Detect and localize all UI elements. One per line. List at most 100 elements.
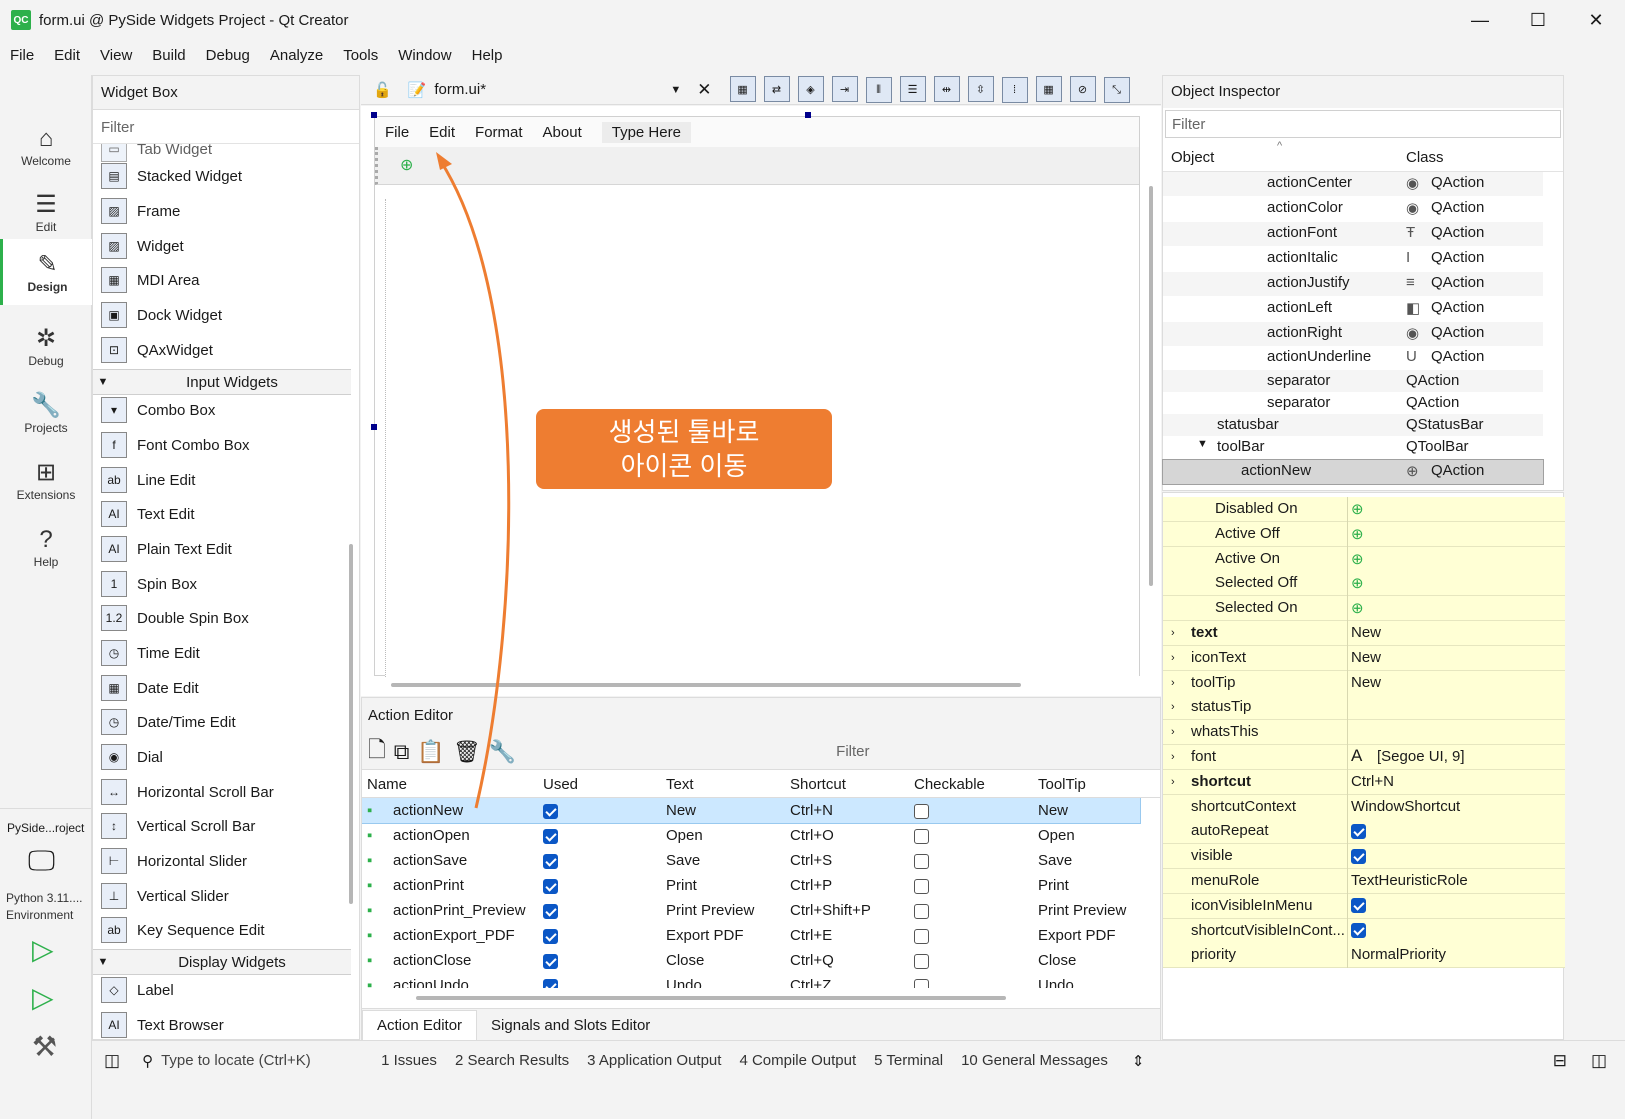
used-checkbox[interactable]: [543, 802, 558, 819]
menu-build[interactable]: Build: [142, 40, 195, 72]
maximize-button[interactable]: ☐: [1509, 0, 1567, 40]
open-file-selector[interactable]: form.ui*: [434, 81, 670, 98]
object-inspector-filter[interactable]: Filter: [1165, 110, 1561, 138]
edit-signals-icon[interactable]: ⇄: [763, 76, 790, 102]
widget-item-mdi-area[interactable]: ▦ MDI Area: [101, 263, 200, 297]
widget-item-text-edit[interactable]: AI Text Edit: [101, 497, 195, 531]
property-row[interactable]: › iconText New: [1163, 645, 1565, 671]
chevron-down-icon[interactable]: ▼: [670, 84, 681, 96]
minimize-button[interactable]: —: [1451, 0, 1509, 40]
property-value[interactable]: WindowShortcut: [1351, 798, 1460, 815]
menu-analyze[interactable]: Analyze: [260, 40, 333, 72]
checkable-checkbox[interactable]: [914, 902, 929, 919]
checkable-checkbox[interactable]: [914, 827, 929, 844]
mode-help[interactable]: ? Help: [0, 514, 92, 580]
column-shortcut[interactable]: Shortcut: [790, 776, 846, 793]
toggle-sidebar-icon[interactable]: ◫: [104, 1051, 120, 1071]
icon-preview-icon[interactable]: ⊕: [1351, 574, 1364, 592]
action-row[interactable]: ▪ actionOpen Open Ctrl+O Open: [362, 823, 1140, 848]
menu-tools[interactable]: Tools: [333, 40, 388, 72]
form-menu-file[interactable]: File: [385, 124, 409, 141]
menu-window[interactable]: Window: [388, 40, 461, 72]
object-tree-row[interactable]: actionLeft ◧ QAction: [1163, 297, 1543, 321]
form-vertical-scrollbar[interactable]: [1149, 186, 1153, 586]
widget-item-double-spin-box[interactable]: 1.2 Double Spin Box: [101, 601, 249, 635]
mode-design[interactable]: ✎ Design: [0, 239, 92, 305]
widget-item-horizontal-slider[interactable]: ⊢ Horizontal Slider: [101, 844, 247, 878]
property-value[interactable]: TextHeuristicRole: [1351, 872, 1468, 889]
adjust-size-icon[interactable]: ⤡: [1103, 77, 1130, 103]
menu-file[interactable]: File: [0, 40, 44, 72]
property-checkbox[interactable]: [1351, 847, 1366, 864]
menu-debug[interactable]: Debug: [196, 40, 260, 72]
used-checkbox[interactable]: [543, 977, 558, 988]
checkable-checkbox[interactable]: [914, 877, 929, 894]
property-value[interactable]: New: [1351, 649, 1381, 666]
icon-preview-icon[interactable]: ⊕: [1351, 550, 1364, 568]
column-checkable[interactable]: Checkable: [914, 776, 985, 793]
widget-item-line-edit[interactable]: ab Line Edit: [101, 463, 195, 497]
column-text[interactable]: Text: [666, 776, 694, 793]
menu-help[interactable]: Help: [462, 40, 513, 72]
configure-action-icon[interactable]: 🔧: [489, 739, 516, 765]
widget-item-spin-box[interactable]: 1 Spin Box: [101, 567, 197, 601]
icon-preview-icon[interactable]: ⊕: [1351, 525, 1364, 543]
widget-item-stacked[interactable]: ▤ Stacked Widget: [101, 159, 242, 193]
object-tree-row[interactable]: actionRight ◉ QAction: [1163, 322, 1543, 346]
tab-general-messages[interactable]: 10 General Messages: [961, 1052, 1108, 1069]
object-tree-row[interactable]: separator QAction: [1163, 392, 1543, 416]
chevron-down-icon[interactable]: ▼: [1197, 438, 1208, 450]
icon-preview-icon[interactable]: ⊕: [1351, 500, 1364, 518]
tab-search-results[interactable]: 2 Search Results: [455, 1052, 569, 1069]
action-row[interactable]: ▪ actionUndo Undo Ctrl+Z Undo: [362, 973, 1140, 988]
paste-action-icon[interactable]: 📋: [417, 739, 444, 765]
chevron-right-icon[interactable]: ›: [1171, 652, 1175, 664]
chevron-right-icon[interactable]: ›: [1171, 726, 1175, 738]
object-tree-row[interactable]: actionColor ◉ QAction: [1163, 197, 1543, 221]
tab-terminal[interactable]: 5 Terminal: [874, 1052, 943, 1069]
monitor-icon[interactable]: 🖵: [28, 845, 55, 878]
object-tree-row[interactable]: separator QAction: [1163, 370, 1543, 394]
mode-edit[interactable]: ☰ Edit: [0, 179, 92, 245]
menu-view[interactable]: View: [90, 40, 142, 72]
run-icon[interactable]: ▷: [32, 933, 54, 966]
delete-action-icon[interactable]: 🗑: [453, 739, 481, 765]
action-table-hscrollbar[interactable]: [416, 996, 1006, 1000]
action-filter-input[interactable]: Filter: [836, 743, 1136, 760]
chevron-right-icon[interactable]: ›: [1171, 751, 1175, 763]
used-checkbox[interactable]: [543, 827, 558, 844]
locate-input[interactable]: Type to locate (Ctrl+K): [161, 1052, 381, 1069]
object-tree-row[interactable]: actionJustify ≡ QAction: [1163, 272, 1543, 296]
property-row[interactable]: autoRepeat: [1163, 819, 1565, 845]
property-row[interactable]: Active Off ⊕: [1163, 521, 1565, 547]
form-menu-type-here[interactable]: Type Here: [601, 121, 691, 143]
property-checkbox[interactable]: [1351, 822, 1366, 839]
layout-vertical-icon[interactable]: ☰: [899, 76, 926, 102]
tab-compile-output[interactable]: 4 Compile Output: [739, 1052, 856, 1069]
widget-item-plain-text-edit[interactable]: AI Plain Text Edit: [101, 532, 232, 566]
mode-welcome[interactable]: ⌂ Welcome: [0, 113, 92, 179]
close-document-icon[interactable]: ✕: [697, 80, 711, 100]
property-row[interactable]: › text New: [1163, 621, 1565, 646]
used-checkbox[interactable]: [543, 852, 558, 869]
chevron-right-icon[interactable]: ›: [1171, 776, 1175, 788]
category-input-widgets[interactable]: ▼ Input Widgets: [93, 369, 351, 395]
form-menu-format[interactable]: Format: [475, 124, 523, 141]
widget-item-vertical-slider[interactable]: ⊥ Vertical Slider: [101, 879, 229, 913]
property-row[interactable]: Selected On ⊕: [1163, 596, 1565, 622]
property-value[interactable]: NormalPriority: [1351, 946, 1446, 963]
property-row[interactable]: › toolTip New: [1163, 670, 1565, 696]
widget-item-dial[interactable]: ◉ Dial: [101, 740, 163, 774]
category-display-widgets[interactable]: ▼ Display Widgets: [93, 949, 351, 975]
action-row[interactable]: ▪ actionPrint_Preview Print Preview Ctrl+Sh…: [362, 898, 1140, 923]
build-hammer-icon[interactable]: ⚒: [32, 1030, 57, 1063]
property-row[interactable]: › statusTip: [1163, 695, 1565, 721]
toggle-right-sidebar-icon[interactable]: ◫: [1591, 1051, 1607, 1071]
form-horizontal-scrollbar[interactable]: [391, 683, 1021, 687]
form-menu-edit[interactable]: Edit: [429, 124, 455, 141]
widget-item-widget[interactable]: ▨ Widget: [101, 229, 184, 263]
property-value[interactable]: [Segoe UI, 9]: [1377, 748, 1465, 765]
widget-item-key-sequence-edit[interactable]: ab Key Sequence Edit: [101, 913, 265, 947]
tab-signals-slots[interactable]: Signals and Slots Editor: [477, 1011, 664, 1040]
used-checkbox[interactable]: [543, 877, 558, 894]
